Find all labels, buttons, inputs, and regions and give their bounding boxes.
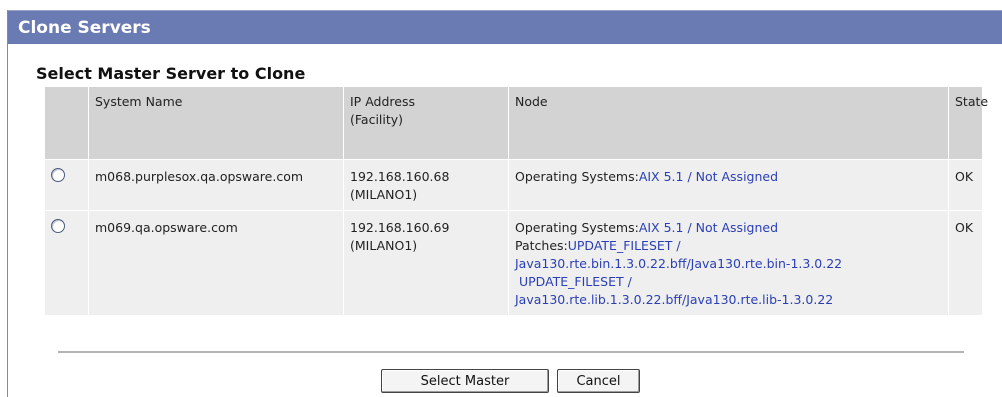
patch-link[interactable]: UPDATE_FILESET / bbox=[515, 274, 632, 289]
node-cell: Operating Systems:AIX 5.1 / Not Assigned… bbox=[508, 210, 949, 316]
state-cell: OK bbox=[948, 159, 983, 211]
state-header: State bbox=[948, 86, 988, 160]
system-name-cell: m068.purplesox.qa.opsware.com bbox=[88, 159, 344, 211]
os-label: Operating Systems: bbox=[515, 169, 639, 184]
row-select-cell bbox=[44, 159, 89, 211]
window-title: Clone Servers bbox=[8, 10, 1002, 44]
patch-link[interactable]: UPDATE_FILESET / bbox=[568, 238, 681, 253]
patch-link[interactable]: Java130.rte.bin.1.3.0.22.bff/Java130.rte… bbox=[515, 256, 842, 271]
facility-header-label: (Facility) bbox=[350, 112, 404, 127]
node-cell: Operating Systems:AIX 5.1 / Not Assigned bbox=[508, 159, 949, 211]
ip-address-header: IP Address (Facility) bbox=[343, 86, 509, 160]
divider bbox=[58, 351, 964, 353]
patches-label: Patches: bbox=[515, 238, 568, 253]
left-border bbox=[7, 10, 8, 397]
ip-address-cell: 192.168.160.68 (MILANO1) bbox=[343, 159, 509, 211]
ip-address: 192.168.160.69 bbox=[350, 220, 450, 235]
facility: (MILANO1) bbox=[350, 238, 418, 253]
node-header: Node bbox=[508, 86, 949, 160]
system-name-cell: m069.qa.opsware.com bbox=[88, 210, 344, 316]
system-name-header: System Name bbox=[88, 86, 344, 160]
ip-address: 192.168.160.68 bbox=[350, 169, 450, 184]
servers-table: System Name IP Address (Facility) Node S… bbox=[44, 86, 988, 316]
row-select-cell bbox=[44, 210, 89, 316]
os-label: Operating Systems: bbox=[515, 220, 639, 235]
cancel-button[interactable]: Cancel bbox=[557, 369, 640, 393]
state-cell: OK bbox=[948, 210, 983, 316]
table-header-row: System Name IP Address (Facility) Node S… bbox=[44, 86, 988, 160]
os-link[interactable]: AIX 5.1 / Not Assigned bbox=[639, 220, 778, 235]
select-master-button[interactable]: Select Master bbox=[381, 369, 549, 393]
patch-link[interactable]: Java130.rte.lib.1.3.0.22.bff/Java130.rte… bbox=[515, 292, 833, 307]
section-title: Select Master Server to Clone bbox=[36, 64, 306, 83]
server-radio-m069[interactable] bbox=[51, 219, 65, 233]
ip-address-cell: 192.168.160.69 (MILANO1) bbox=[343, 210, 509, 316]
table-row: m069.qa.opsware.com 192.168.160.69 (MILA… bbox=[44, 210, 983, 316]
table-row: m068.purplesox.qa.opsware.com 192.168.16… bbox=[44, 159, 983, 211]
select-column-header bbox=[44, 86, 89, 160]
ip-address-header-label: IP Address bbox=[350, 94, 415, 109]
os-link[interactable]: AIX 5.1 / Not Assigned bbox=[639, 169, 778, 184]
facility: (MILANO1) bbox=[350, 187, 418, 202]
server-radio-m068[interactable] bbox=[51, 168, 65, 182]
